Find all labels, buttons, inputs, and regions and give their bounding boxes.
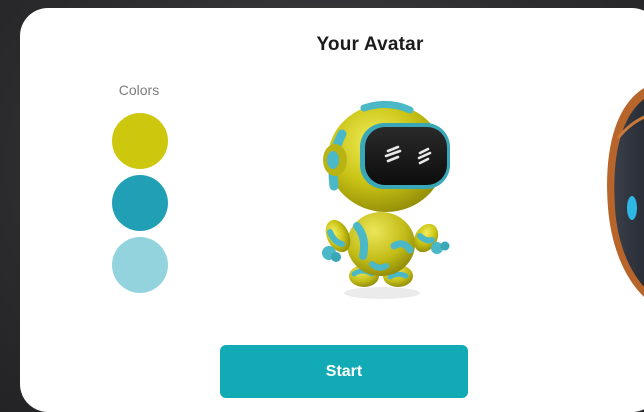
- colors-label: Colors: [118, 82, 160, 98]
- robot-avatar-icon-alt[interactable]: [604, 78, 644, 318]
- color-swatch-light-blue[interactable]: [112, 237, 168, 293]
- avatar-panel: Your Avatar Colors Start: [20, 8, 644, 412]
- color-swatch-yellow[interactable]: [112, 113, 168, 169]
- page-title: Your Avatar: [316, 34, 424, 55]
- color-swatch-teal[interactable]: [112, 175, 168, 231]
- robot-avatar-icon[interactable]: [302, 96, 462, 301]
- start-button[interactable]: Start: [220, 345, 468, 398]
